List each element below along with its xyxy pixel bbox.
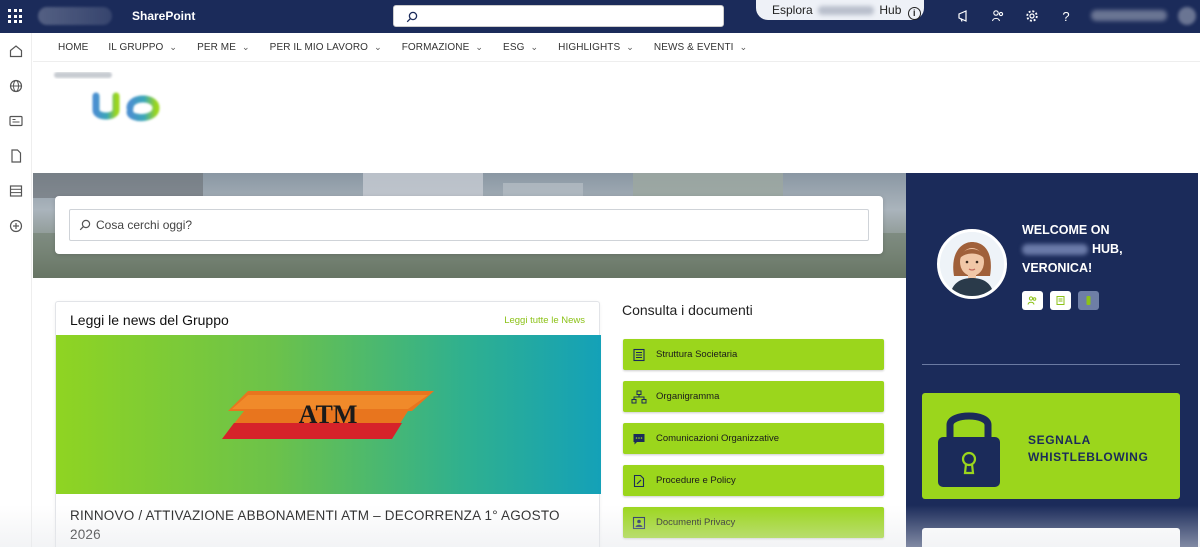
phone-icon[interactable] bbox=[1078, 291, 1099, 310]
nav-item-formazione[interactable]: FORMAZIONE ⌄ bbox=[402, 42, 483, 53]
add-icon[interactable] bbox=[8, 218, 24, 234]
top-navigation: HOME IL GRUPPO ⌄ PER ME ⌄ PER IL MIO LAVOR… bbox=[33, 33, 1200, 62]
list-icon[interactable] bbox=[8, 183, 24, 199]
app-launcher-icon[interactable] bbox=[8, 9, 22, 23]
whistleblowing-button[interactable]: SEGNALA WHISTLEBLOWING bbox=[922, 393, 1180, 499]
hero-search-placeholder: Cosa cerchi oggi? bbox=[96, 218, 193, 232]
settings-icon[interactable] bbox=[1024, 8, 1040, 24]
org-chart-icon bbox=[631, 389, 647, 405]
explore-suffix: Hub bbox=[879, 3, 902, 17]
brand-logo[interactable] bbox=[38, 7, 112, 25]
nav-item-highlights[interactable]: HIGHLIGHTS ⌄ bbox=[558, 42, 634, 53]
people-icon[interactable] bbox=[1022, 291, 1043, 310]
whistleblowing-label: SEGNALA WHISTLEBLOWING bbox=[1028, 433, 1149, 464]
panel-card bbox=[922, 528, 1180, 547]
top-search-input[interactable] bbox=[393, 5, 724, 27]
nav-item-home[interactable]: HOME bbox=[58, 42, 88, 53]
megaphone-icon[interactable] bbox=[956, 8, 972, 24]
chevron-down-icon: ⌄ bbox=[475, 41, 484, 52]
document-list-icon[interactable] bbox=[1050, 291, 1071, 310]
divider bbox=[922, 364, 1180, 365]
chevron-down-icon: ⌄ bbox=[530, 41, 539, 52]
share-icon[interactable] bbox=[990, 8, 1006, 24]
redacted-brand bbox=[1022, 244, 1088, 256]
all-news-link[interactable]: Leggi tutte le News bbox=[504, 315, 585, 326]
chevron-down-icon: ⌄ bbox=[169, 41, 178, 52]
nav-item-esg[interactable]: ESG ⌄ bbox=[503, 42, 538, 53]
comment-icon bbox=[631, 431, 647, 447]
search-icon bbox=[79, 219, 91, 234]
hub-logo[interactable] bbox=[52, 72, 167, 126]
user-name[interactable] bbox=[1091, 10, 1167, 21]
info-icon[interactable]: i bbox=[907, 7, 921, 20]
lock-icon bbox=[938, 412, 1000, 487]
news-icon[interactable] bbox=[8, 113, 24, 129]
home-icon[interactable] bbox=[8, 43, 24, 59]
atm-logo: ATM bbox=[222, 391, 434, 439]
news-headline[interactable]: RINNOVO / ATTIVAZIONE ABBONAMENTI ATM – … bbox=[70, 506, 580, 544]
doc-button-procedure-policy[interactable]: Procedure e Policy bbox=[623, 465, 884, 496]
chevron-down-icon: ⌄ bbox=[739, 41, 748, 52]
doc-button-comunicazioni[interactable]: Comunicazioni Organizzative bbox=[623, 423, 884, 454]
chevron-down-icon: ⌄ bbox=[374, 41, 382, 52]
doc-button-documenti-privacy[interactable]: Documenti Privacy bbox=[623, 507, 884, 538]
nav-item-per-il-mio-lavoro[interactable]: PER IL MIO LAVORO ⌄ bbox=[270, 42, 382, 53]
hero-search-card: Cosa cerchi oggi? bbox=[55, 196, 883, 254]
hero-search-input[interactable]: Cosa cerchi oggi? bbox=[69, 209, 869, 241]
avatar[interactable] bbox=[1178, 7, 1196, 25]
news-banner-image[interactable]: ATM bbox=[56, 335, 601, 494]
suite-bar: SharePoint Esplora Hub i ? bbox=[0, 0, 1200, 33]
documents-title: Consulta i documenti bbox=[622, 302, 753, 318]
explore-hub-tab[interactable]: Esplora Hub i bbox=[756, 0, 924, 20]
doc-button-organigramma[interactable]: Organigramma bbox=[623, 381, 884, 412]
chevron-down-icon: ⌄ bbox=[626, 41, 634, 52]
redacted-brand bbox=[818, 6, 875, 16]
help-icon[interactable]: ? bbox=[1058, 8, 1074, 24]
doc-button-struttura-societaria[interactable]: Struttura Societaria bbox=[623, 339, 884, 370]
explore-prefix: Esplora bbox=[772, 3, 813, 17]
left-rail bbox=[0, 33, 32, 547]
org-list-icon bbox=[631, 347, 647, 363]
news-section-title: Leggi le news del Gruppo bbox=[70, 312, 229, 328]
chevron-down-icon: ⌄ bbox=[242, 41, 250, 52]
profile-avatar[interactable] bbox=[937, 229, 1007, 299]
app-title[interactable]: SharePoint bbox=[132, 9, 195, 23]
nav-item-il-gruppo[interactable]: IL GRUPPO ⌄ bbox=[108, 42, 177, 53]
atm-logo-text: ATM bbox=[299, 400, 358, 429]
search-icon bbox=[406, 10, 418, 28]
nav-item-news-eventi[interactable]: NEWS & EVENTI ⌄ bbox=[654, 42, 747, 53]
welcome-message: WELCOME ON HUB, VERONICA! bbox=[1022, 223, 1123, 275]
id-card-icon bbox=[631, 515, 647, 531]
welcome-panel: WELCOME ON HUB, VERONICA! SEGNALA WHISTL… bbox=[906, 173, 1198, 547]
nav-item-per-me[interactable]: PER ME ⌄ bbox=[197, 42, 250, 53]
document-edit-icon bbox=[631, 473, 647, 489]
document-icon[interactable] bbox=[8, 148, 24, 164]
globe-icon[interactable] bbox=[8, 78, 24, 94]
news-card: Leggi le news del Gruppo Leggi tutte le … bbox=[55, 301, 601, 547]
